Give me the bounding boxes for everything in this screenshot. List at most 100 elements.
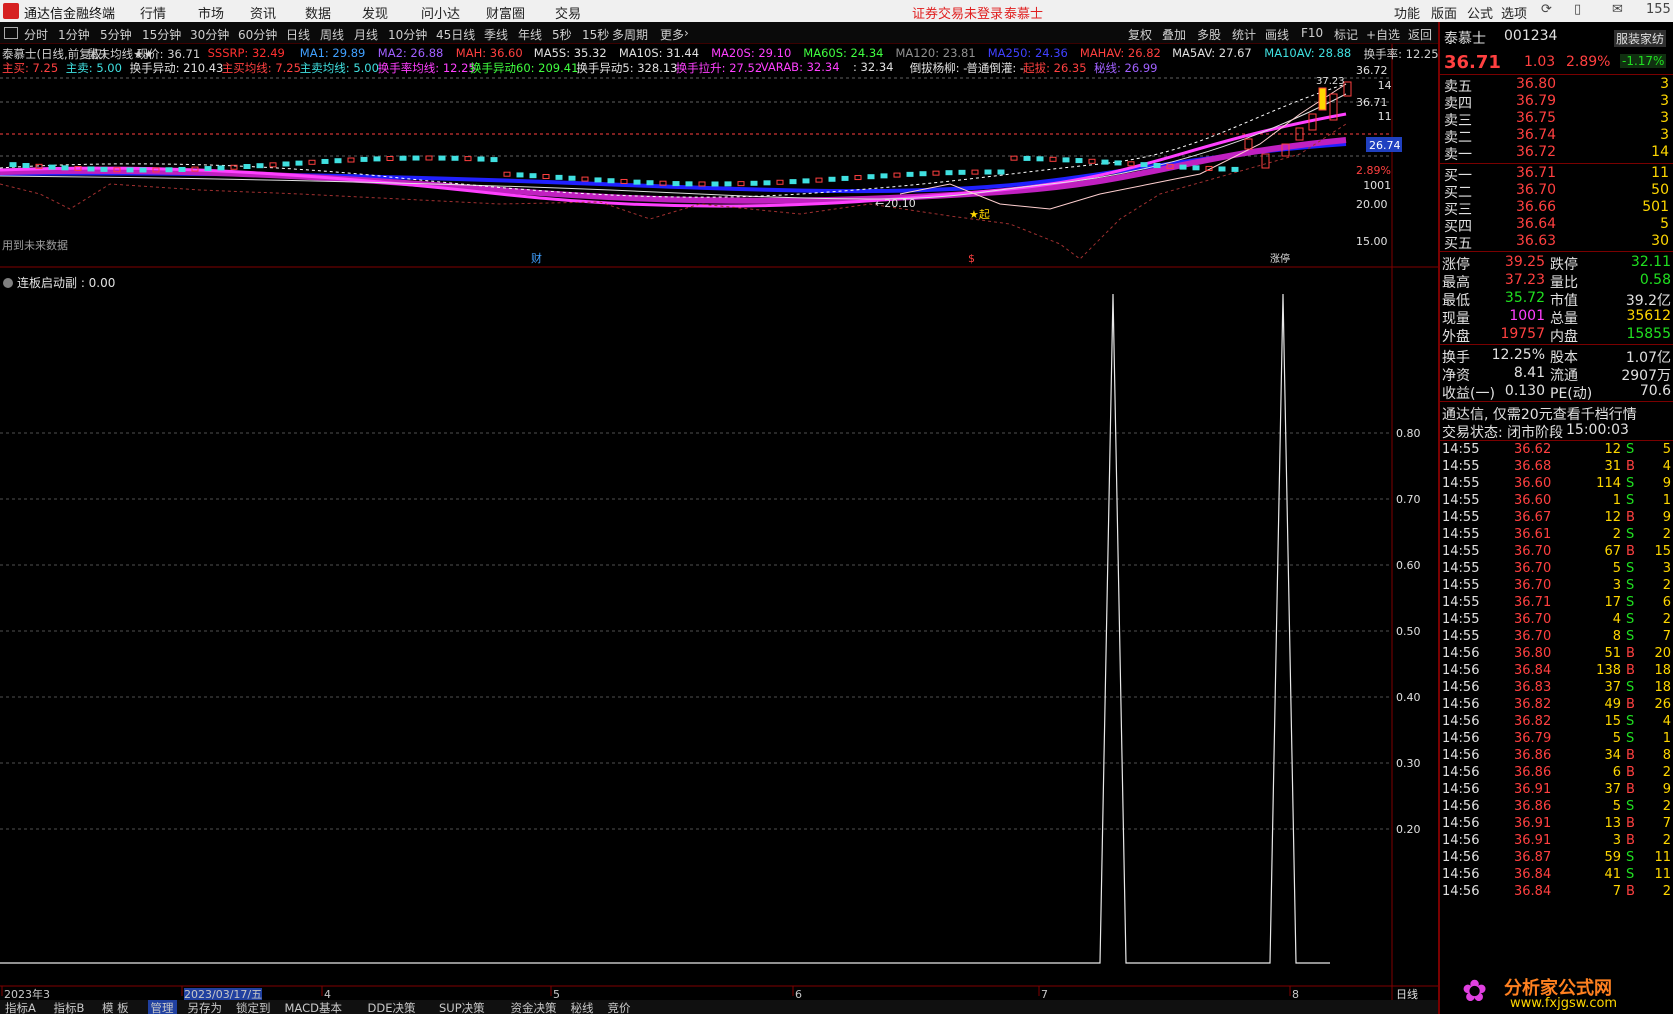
tick-price: 36.82 bbox=[1514, 697, 1552, 712]
tick-row: 14:55 36.67 12 B 9 bbox=[1440, 510, 1673, 527]
period-tab[interactable]: 分时 bbox=[24, 26, 48, 43]
bid-row[interactable]: 买三 36.66 501 bbox=[1440, 199, 1673, 218]
period-tab[interactable]: 5分钟 bbox=[100, 26, 132, 43]
tick-count: 6 bbox=[1662, 595, 1671, 610]
menu-item[interactable]: 交易 bbox=[555, 3, 581, 22]
toolbar-button[interactable]: 标记 bbox=[1334, 26, 1358, 43]
price-change-pct: 2.89% bbox=[1566, 54, 1611, 70]
menu-item[interactable]: 市场 bbox=[198, 3, 224, 22]
period-tab[interactable]: 60分钟 bbox=[238, 26, 277, 43]
indicator-value: 换手率: 12.25 bbox=[1363, 47, 1439, 61]
period-tab[interactable]: 季线 bbox=[484, 26, 508, 43]
candle bbox=[412, 155, 420, 161]
bottom-tab[interactable]: 资金决策 bbox=[508, 1000, 560, 1014]
bottom-tab[interactable]: SUP决策 bbox=[436, 1000, 488, 1014]
price-axis-label: 2.89% bbox=[1356, 164, 1391, 177]
promo-banner[interactable]: 通达信, 仅需20元查看千档行情 bbox=[1442, 404, 1637, 424]
chart-area[interactable]: 37.23←20.10★起用到未来数据财 $ 涨停36.721436.711126.… bbox=[0, 44, 1438, 1000]
candle bbox=[425, 155, 433, 161]
candle bbox=[217, 165, 225, 171]
period-tab[interactable]: 15分钟 bbox=[142, 26, 181, 43]
period-tab[interactable]: 10分钟 bbox=[388, 26, 427, 43]
bottom-tab[interactable]: 指标B bbox=[51, 1000, 88, 1014]
mail-icon[interactable]: ✉ bbox=[1612, 2, 1623, 17]
toolbar-button[interactable]: 叠加 bbox=[1162, 26, 1186, 43]
candle bbox=[542, 174, 550, 180]
toolbar-button[interactable]: 返回 bbox=[1408, 26, 1432, 43]
toolbar-button[interactable]: 多股 bbox=[1197, 26, 1221, 43]
menu-item[interactable]: 发现 bbox=[362, 3, 388, 22]
bottom-tab[interactable]: 锁定到 bbox=[233, 1000, 274, 1014]
tick-price: 36.91 bbox=[1514, 782, 1552, 797]
period-tab[interactable]: 周线 bbox=[320, 26, 344, 43]
refresh-icon[interactable]: ⟳ bbox=[1541, 2, 1552, 17]
ask-row[interactable]: 卖二 36.74 3 bbox=[1440, 127, 1673, 146]
bottom-tab[interactable]: MACD基本 bbox=[282, 1000, 345, 1014]
menu-right-item[interactable]: 功能 bbox=[1394, 3, 1420, 22]
period-tab[interactable]: 30分钟 bbox=[190, 26, 229, 43]
tick-volume: 67 bbox=[1604, 544, 1621, 559]
login-notice[interactable]: 证券交易未登录 bbox=[912, 3, 1003, 22]
period-tab[interactable]: 年线 bbox=[518, 26, 542, 43]
bid-row[interactable]: 买五 36.63 30 bbox=[1440, 233, 1673, 252]
candle bbox=[776, 179, 784, 185]
indicator-value: MA2: 26.88 bbox=[377, 46, 444, 60]
menu-right-item[interactable]: 公式 bbox=[1467, 3, 1493, 22]
menu-item[interactable]: 问小达 bbox=[421, 3, 460, 22]
phone-icon[interactable]: ▯ bbox=[1574, 2, 1581, 17]
indicator-value: MA60S: 24.34 bbox=[803, 46, 884, 60]
indicator-value: MA10AV: 28.88 bbox=[1264, 46, 1352, 60]
bottom-tab[interactable]: DDE决策 bbox=[365, 1000, 419, 1014]
tick-count: 26 bbox=[1654, 697, 1671, 712]
bottom-tab[interactable]: 指标A bbox=[2, 1000, 39, 1014]
indicator-value: MA120: 23.81 bbox=[895, 46, 976, 60]
ask-row[interactable]: 卖五 36.80 3 bbox=[1440, 76, 1673, 95]
period-tab[interactable]: 45日线 bbox=[436, 26, 475, 43]
industry-label[interactable]: 服装家纺 bbox=[1614, 30, 1667, 47]
chevron-right-icon[interactable]: › bbox=[684, 26, 689, 40]
bottom-tab[interactable]: 管理 bbox=[147, 1000, 177, 1014]
ask-row[interactable]: 卖三 36.75 3 bbox=[1440, 110, 1673, 129]
candle bbox=[1127, 161, 1135, 167]
toolbar-button[interactable]: F10 bbox=[1301, 26, 1323, 40]
period-tab[interactable]: 月线 bbox=[354, 26, 378, 43]
ask-row[interactable]: 卖一 36.72 14 bbox=[1440, 144, 1673, 163]
tick-time: 14:55 bbox=[1442, 595, 1480, 610]
sub-axis-label: 0.50 bbox=[1396, 625, 1421, 638]
menu-right-item[interactable]: 选项 bbox=[1501, 3, 1527, 22]
menu-right-item[interactable]: 版面 bbox=[1431, 3, 1457, 22]
period-tab[interactable]: 5秒 bbox=[552, 26, 572, 43]
bottom-tab[interactable]: 秘线 bbox=[568, 1000, 597, 1014]
ask-row[interactable]: 卖四 36.79 3 bbox=[1440, 93, 1673, 112]
bid-row[interactable]: 买二 36.70 50 bbox=[1440, 182, 1673, 201]
toolbar-button[interactable]: 复权 bbox=[1128, 26, 1152, 43]
period-tab[interactable]: 多周期 bbox=[612, 26, 648, 43]
bid-row[interactable]: 买一 36.71 11 bbox=[1440, 165, 1673, 184]
menu-item[interactable]: 资讯 bbox=[250, 3, 276, 22]
tick-volume: 31 bbox=[1604, 459, 1621, 474]
tick-side: S bbox=[1626, 850, 1635, 865]
tick-volume: 2 bbox=[1612, 527, 1621, 542]
period-tab[interactable]: 1分钟 bbox=[58, 26, 90, 43]
period-tab[interactable]: 15秒 bbox=[582, 26, 609, 43]
tick-row: 14:56 36.82 49 B 26 bbox=[1440, 697, 1673, 714]
menu-item[interactable]: 数据 bbox=[305, 3, 331, 22]
menu-item[interactable]: 财富圈 bbox=[486, 3, 525, 22]
period-tab[interactable]: 更多 bbox=[660, 26, 684, 43]
bottom-tab[interactable]: 竞价 bbox=[605, 1000, 634, 1014]
toolbar-button[interactable]: +自选 bbox=[1366, 26, 1400, 43]
sub-axis-label: 0.80 bbox=[1396, 427, 1421, 440]
period-tab[interactable]: 日线 bbox=[286, 26, 310, 43]
tick-side: S bbox=[1626, 561, 1635, 576]
tick-price: 36.60 bbox=[1514, 476, 1552, 491]
panel-toggle-icon[interactable] bbox=[4, 27, 18, 39]
stat-label: 总量 bbox=[1550, 311, 1578, 327]
bottom-tab[interactable]: 另存为 bbox=[185, 1000, 226, 1014]
bottom-tab[interactable]: 模 板 bbox=[99, 1000, 132, 1014]
bid-row[interactable]: 买四 36.64 5 bbox=[1440, 216, 1673, 235]
menu-item[interactable]: 行情 bbox=[140, 3, 166, 22]
tick-volume: 12 bbox=[1604, 442, 1621, 457]
toolbar-button[interactable]: 画线 bbox=[1265, 26, 1289, 43]
user-name[interactable]: 泰慕士 bbox=[1004, 3, 1043, 22]
toolbar-button[interactable]: 统计 bbox=[1232, 26, 1256, 43]
